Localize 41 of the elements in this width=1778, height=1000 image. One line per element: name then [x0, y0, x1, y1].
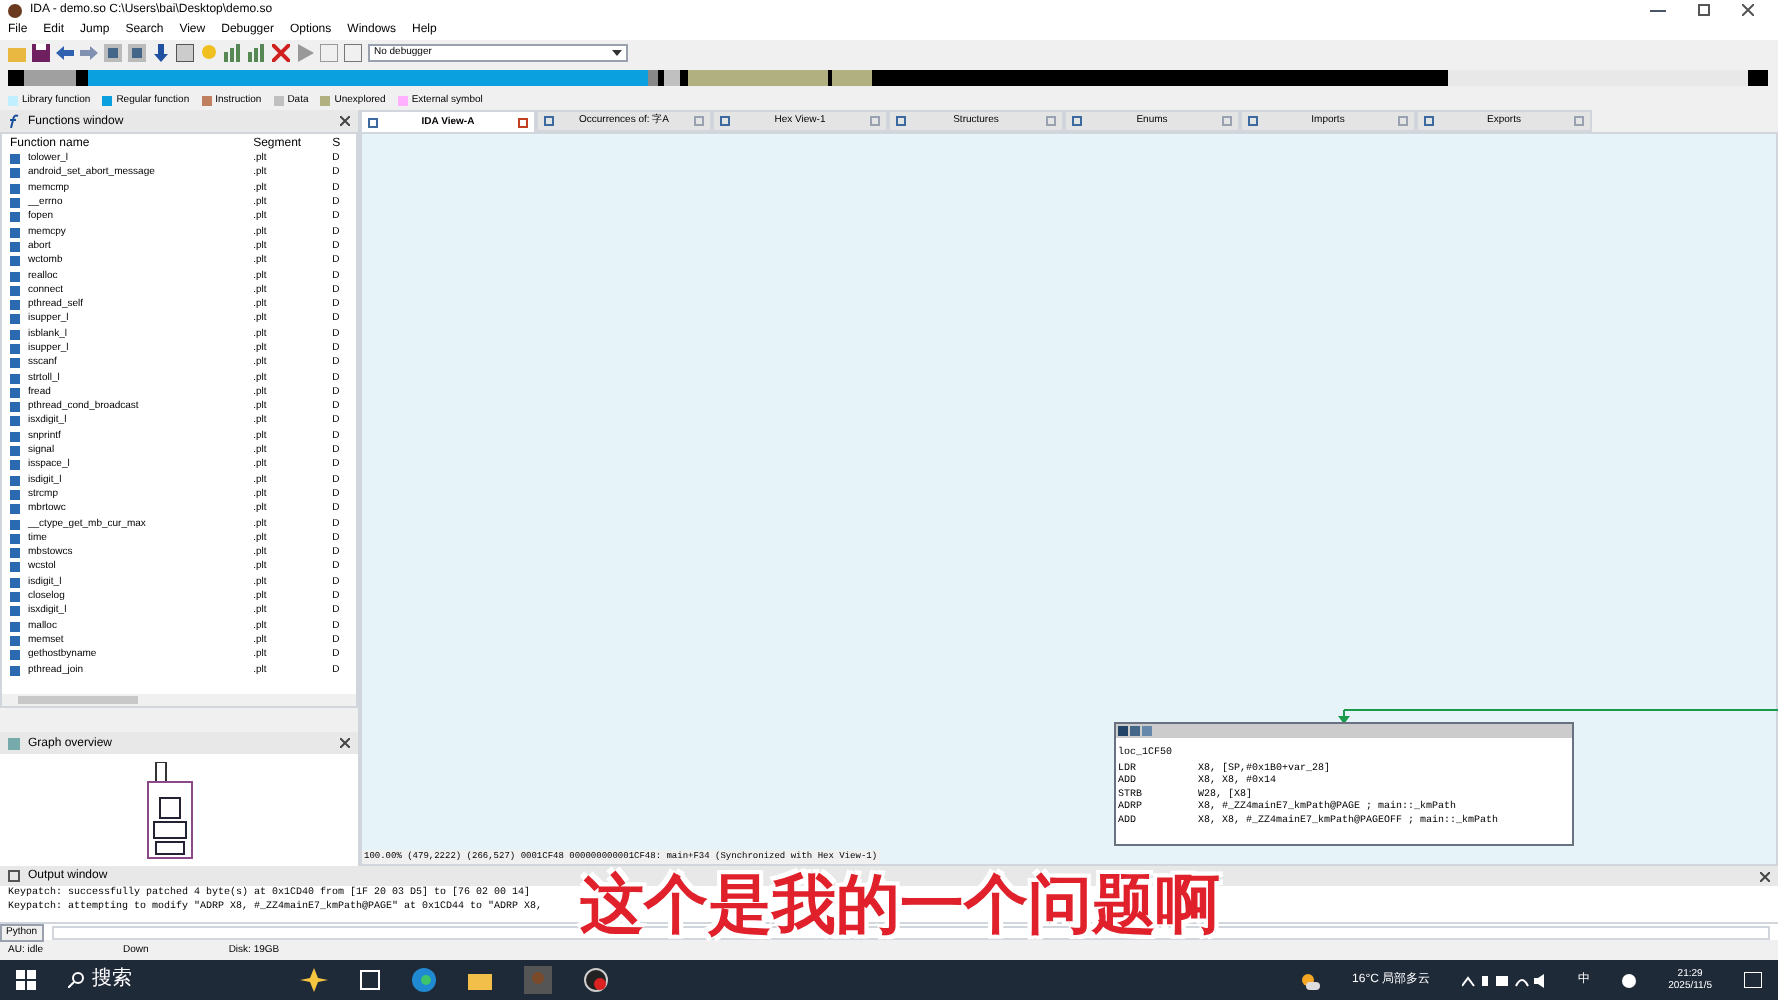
- minimize-icon[interactable]: [1650, 9, 1666, 11]
- taskbar-search[interactable]: 搜索: [68, 970, 268, 990]
- graph-overview-drawing[interactable]: [143, 762, 195, 862]
- horizontal-scrollbar[interactable]: [2, 694, 356, 706]
- caret-icon: [612, 50, 622, 56]
- cancel-icon[interactable]: [272, 44, 290, 62]
- notification-icon[interactable]: [1744, 972, 1762, 988]
- window-icon: [1248, 116, 1258, 126]
- task-view-icon[interactable]: [360, 970, 380, 990]
- close-icon[interactable]: [1742, 4, 1754, 16]
- save-icon[interactable]: [32, 44, 50, 62]
- navigation-band[interactable]: [8, 70, 1768, 86]
- close-icon[interactable]: [518, 117, 528, 127]
- app-icon: [8, 3, 22, 17]
- window-icon: [720, 116, 730, 126]
- subtitle: 这个是我的一个问题啊: [580, 866, 1220, 942]
- folder-icon[interactable]: [468, 970, 492, 990]
- window-icon: [8, 870, 20, 882]
- windows-start-icon[interactable]: [16, 970, 36, 990]
- sparkle-icon: [300, 968, 328, 992]
- window-icon: [544, 116, 554, 126]
- stop-icon[interactable]: [344, 44, 362, 62]
- close-icon[interactable]: [340, 738, 350, 748]
- forward-arrow-icon[interactable]: [80, 44, 98, 62]
- window-icon: [896, 116, 906, 126]
- down-arrow-icon[interactable]: [152, 44, 170, 62]
- window-icon: [1072, 116, 1082, 126]
- restore-icon[interactable]: [1698, 4, 1710, 16]
- back-arrow-icon[interactable]: [56, 44, 74, 62]
- search-icon: [68, 972, 84, 988]
- play-icon[interactable]: [296, 44, 314, 62]
- window-icon: [1424, 116, 1434, 126]
- close-icon[interactable]: [1760, 871, 1770, 881]
- window-icon: [368, 117, 378, 127]
- weather-icon: [1300, 971, 1321, 989]
- chart-icon[interactable]: [224, 44, 242, 62]
- app-icon[interactable]: [584, 968, 608, 992]
- chart-icon[interactable]: [248, 44, 266, 62]
- close-icon[interactable]: [340, 116, 350, 126]
- browser-icon[interactable]: [412, 968, 436, 992]
- function-icon: [8, 114, 20, 128]
